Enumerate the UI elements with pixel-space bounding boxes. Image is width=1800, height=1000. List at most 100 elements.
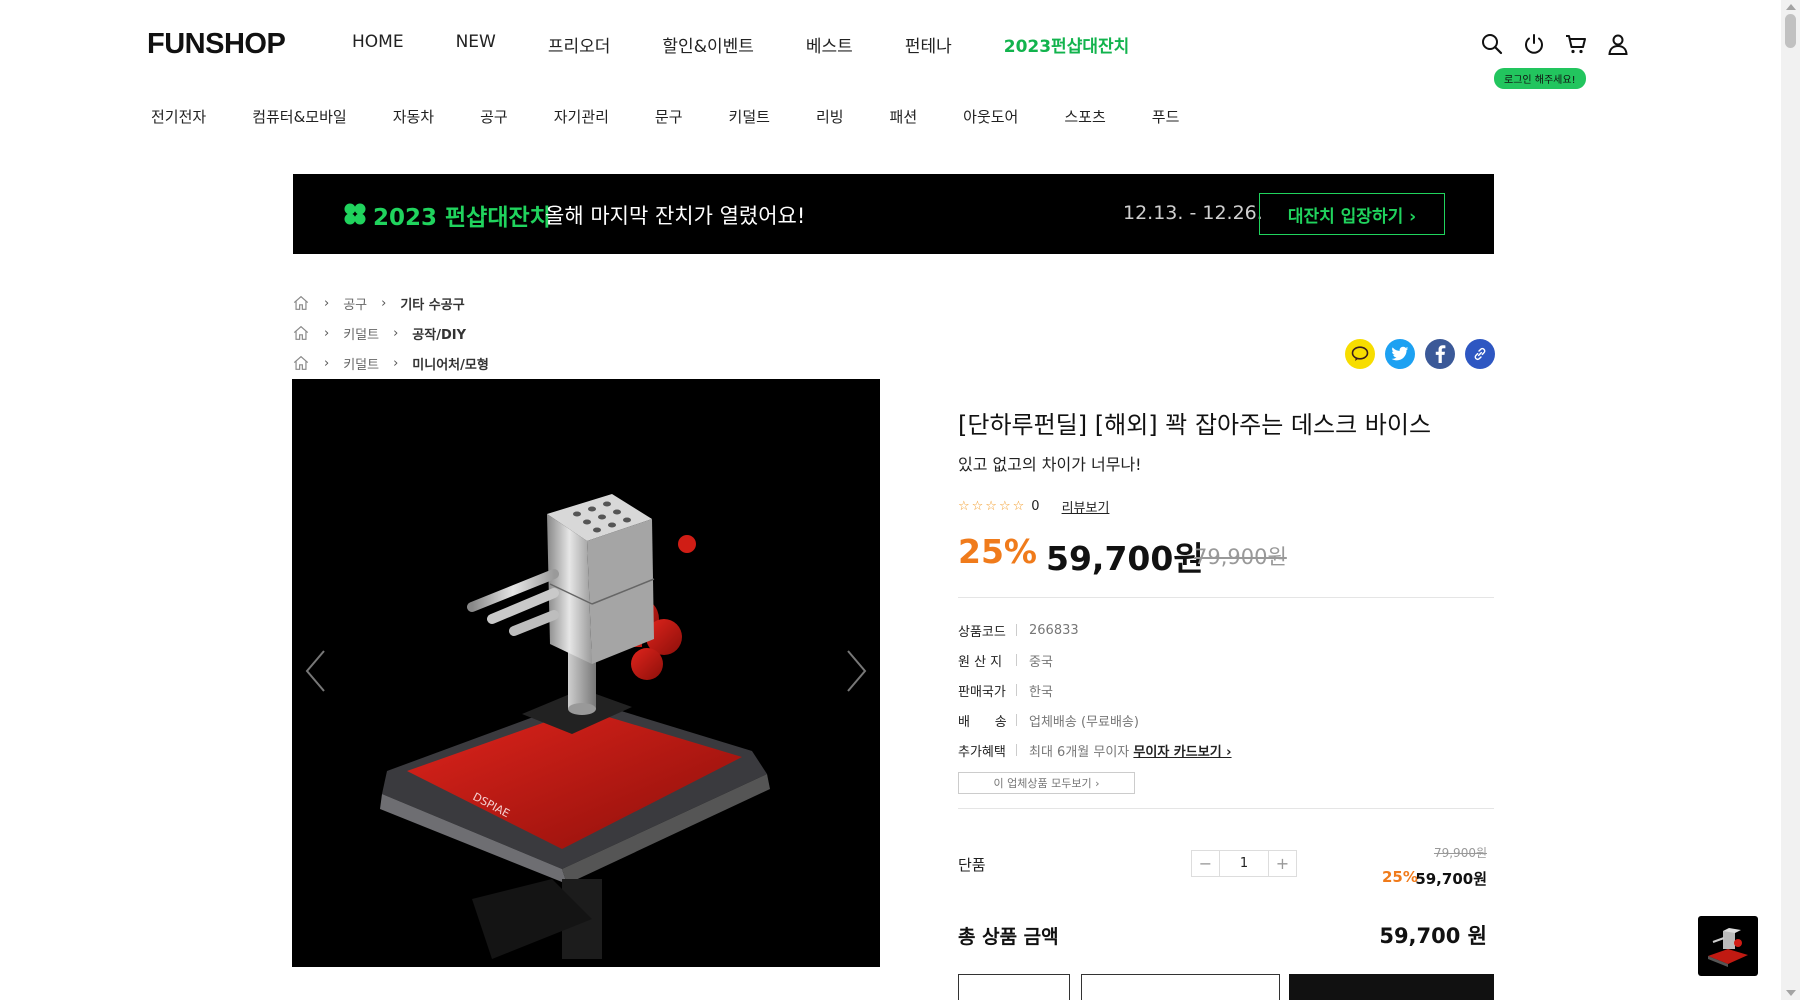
info-key: 원 산 지 [958,654,1003,670]
banner-subtitle: 올해 마지막 잔치가 열렸어요! [545,204,806,228]
divider [958,597,1494,598]
category-item[interactable]: 전기전자 [151,106,206,127]
product-info-table: 상품코드 266833 원 산 지 중국 판매국가 한국 배 송 업체배송 (무… [958,615,1232,765]
nav-funtenna[interactable]: 펀테나 [905,32,952,57]
interest-free-card-link[interactable]: 무이자 카드보기 › [1133,745,1231,760]
category-item[interactable]: 컴퓨터&모바일 [252,106,347,127]
banner-title: 2023 펀샵대잔치 [373,205,551,231]
info-key: 상품코드 [958,624,1006,640]
option-original-price: 79,900원 [1433,846,1487,860]
wishlist-button[interactable] [958,974,1070,1000]
nav-new[interactable]: NEW [456,32,496,57]
chevron-right-icon: › [324,295,330,311]
cart-icon[interactable] [1564,32,1588,56]
chevron-right-icon: › [393,355,399,371]
breadcrumb-category[interactable]: 공구 [343,294,367,313]
minus-button[interactable]: − [1192,851,1219,876]
benefit-text: 최대 6개월 무이자 [1029,744,1130,760]
category-item[interactable]: 푸드 [1152,106,1180,127]
plus-button[interactable]: + [1269,851,1296,876]
scrollbar-thumb[interactable] [1785,14,1796,48]
category-item[interactable]: 공구 [480,106,508,127]
logo[interactable]: FUNSHOP [147,28,286,61]
nav-best[interactable]: 베스트 [806,32,853,57]
info-value: 한국 [1029,684,1053,700]
divider [958,808,1494,809]
info-row: 원 산 지 중국 [958,645,1232,675]
home-icon[interactable] [292,354,310,372]
info-row: 추가혜택 최대 6개월 무이자 무이자 카드보기 › [958,735,1232,765]
main-nav: HOME NEW 프리오더 할인&이벤트 베스트 펀테나 2023펀샵대잔치 [352,32,1181,57]
recent-product-thumbnail[interactable] [1698,916,1758,976]
option-name: 단품 [958,856,986,874]
category-item[interactable]: 스포츠 [1064,106,1105,127]
breadcrumb: › 공구 › 기타 수공구 › 키덜트 › 공작/DIY › 키덜트 › 미니어… [292,288,489,378]
breadcrumb-subcategory[interactable]: 미니어처/모형 [412,354,489,373]
original-price: 79,900원 [1194,545,1287,569]
category-item[interactable]: 아웃도어 [963,106,1018,127]
product-image[interactable]: DSPIAE [292,379,880,967]
info-row: 배 송 업체배송 (무료배송) [958,705,1232,735]
option-price: 59,700원 [1415,870,1487,888]
power-icon[interactable] [1522,32,1546,56]
category-item[interactable]: 자기관리 [554,106,609,127]
nav-2023-festival[interactable]: 2023펀샵대잔치 [1004,32,1130,57]
clover-icon [344,203,366,225]
chevron-right-icon: › [381,295,387,311]
info-row: 상품코드 266833 [958,615,1232,645]
page-scrollbar[interactable] [1781,0,1800,1000]
chevron-right-icon: › [324,355,330,371]
info-key: 판매국가 [958,684,1006,700]
info-value: 중국 [1029,654,1053,670]
search-icon[interactable] [1480,32,1504,56]
category-item[interactable]: 키덜트 [729,106,770,127]
scroll-up-icon[interactable] [1786,4,1796,10]
link-icon[interactable] [1465,339,1495,369]
chevron-right-icon: › [324,325,330,341]
review-count: 0 [1031,499,1040,514]
category-item[interactable]: 문구 [655,106,683,127]
total-label: 총 상품 금액 [958,926,1059,948]
user-icon[interactable] [1606,32,1630,56]
category-item[interactable]: 자동차 [393,106,434,127]
nav-sale-event[interactable]: 할인&이벤트 [662,32,753,57]
login-tooltip[interactable]: 로그인 해주세요! [1494,68,1586,89]
kakaotalk-icon[interactable] [1345,339,1375,369]
quantity-input[interactable]: 1 [1219,851,1269,876]
event-banner[interactable]: 2023 펀샵대잔치 올해 마지막 잔치가 열렸어요! 12.13. - 12.… [293,174,1494,254]
breadcrumb-subcategory[interactable]: 기타 수공구 [400,294,464,313]
prev-image-arrow[interactable] [304,649,326,693]
next-image-arrow[interactable] [846,649,868,693]
scroll-down-icon[interactable] [1786,990,1796,996]
twitter-icon[interactable] [1385,339,1415,369]
product-subtitle: 있고 없고의 차이가 너무나! [958,455,1142,474]
breadcrumb-row: › 키덜트 › 공작/DIY [292,318,489,348]
breadcrumb-category[interactable]: 키덜트 [343,324,379,343]
category-item[interactable]: 패션 [890,106,918,127]
buy-now-button[interactable] [1289,974,1494,1000]
nav-home[interactable]: HOME [352,32,404,57]
add-to-cart-button[interactable] [1081,974,1280,1000]
nav-preorder[interactable]: 프리오더 [548,32,611,57]
review-link[interactable]: 리뷰보기 [1062,497,1110,516]
desk-vise-image: DSPIAE [380,494,770,959]
quantity-stepper: − 1 + [1191,850,1297,877]
vise-thumbnail-image [1708,928,1748,967]
home-icon[interactable] [292,324,310,342]
banner-date: 12.13. - 12.26. [1123,202,1263,224]
info-key: 추가혜택 [958,744,1006,760]
all-seller-products-button[interactable]: 이 업체상품 모두보기 › [958,772,1135,794]
share-buttons [1345,339,1495,369]
facebook-icon[interactable] [1425,339,1455,369]
total-value: 59,700 원 [1379,924,1487,948]
banner-enter-button[interactable]: 대잔치 입장하기 › [1259,193,1445,235]
option-discount: 25% [1382,868,1418,886]
breadcrumb-row: › 공구 › 기타 수공구 [292,288,489,318]
chevron-right-icon: › [393,325,399,341]
breadcrumb-category[interactable]: 키덜트 [343,354,379,373]
breadcrumb-subcategory[interactable]: 공작/DIY [412,324,466,343]
info-value: 업체배송 (무료배송) [1029,714,1139,730]
discount-rate: 25% [958,532,1037,571]
home-icon[interactable] [292,294,310,312]
category-item[interactable]: 리빙 [816,106,844,127]
